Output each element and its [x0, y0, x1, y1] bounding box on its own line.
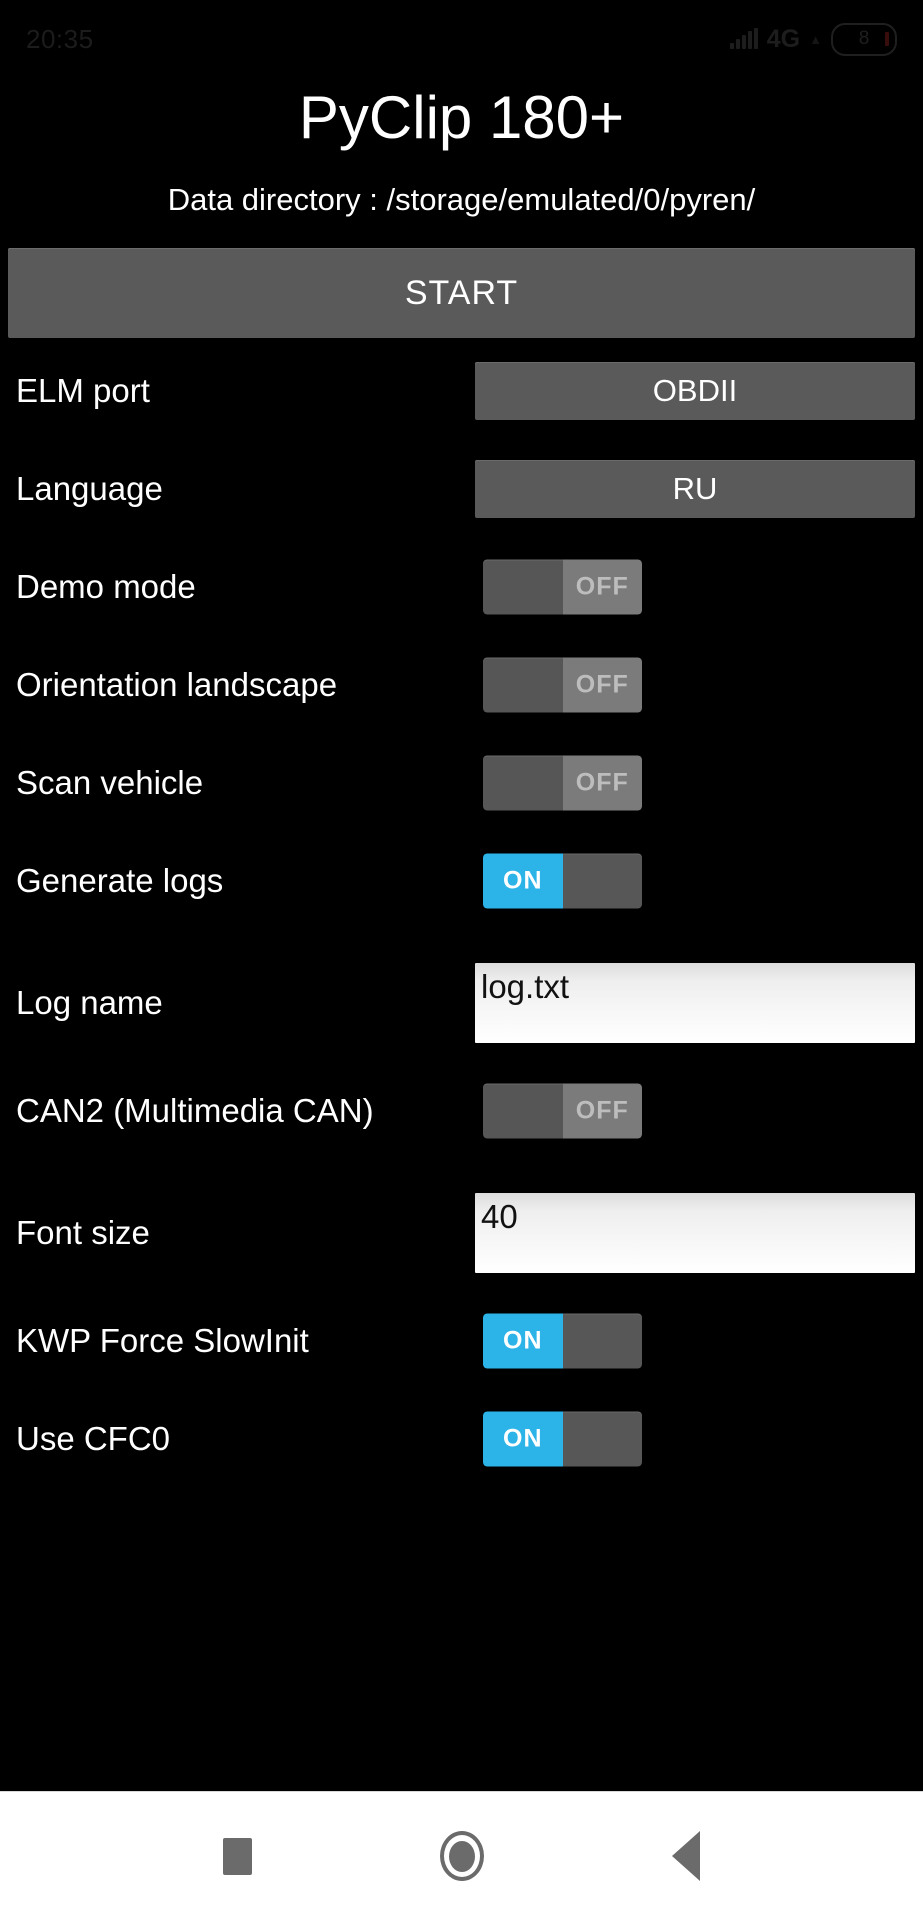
row-spacer — [0, 930, 923, 944]
scan-vehicle-toggle[interactable]: OFF — [483, 755, 642, 811]
language-value: RU — [672, 471, 718, 506]
setting-label: Orientation landscape — [16, 666, 338, 703]
font-size-value: 40 — [481, 1198, 518, 1235]
setting-label: Generate logs — [16, 862, 224, 899]
signal-bars-icon — [729, 28, 758, 49]
log-name-value: log.txt — [481, 968, 570, 1005]
setting-row-can2: CAN2 (Multimedia CAN) OFF — [0, 1062, 923, 1160]
data-directory-label: Data directory : /storage/emulated/0/pyr… — [167, 182, 756, 217]
circle-home-icon[interactable] — [440, 1831, 484, 1881]
page-title: PyClip 180+ — [298, 84, 625, 151]
home-icon-inner — [449, 1840, 475, 1872]
status-bar-indicators: 4G ▲ 8 — [729, 22, 897, 56]
toggle-knob — [483, 657, 563, 713]
setting-row-generate-logs: Generate logs ON — [0, 832, 923, 930]
setting-control: 40 — [475, 1193, 915, 1273]
square-recents-icon[interactable] — [223, 1837, 252, 1875]
start-button[interactable]: START — [8, 248, 915, 338]
setting-row-font-size: Font size 40 — [0, 1174, 923, 1292]
setting-label: KWP Force SlowInit — [16, 1322, 309, 1359]
setting-control: log.txt — [475, 963, 915, 1043]
log-name-input[interactable]: log.txt — [475, 963, 915, 1043]
toggle-knob — [483, 1083, 563, 1139]
setting-label: Language — [16, 470, 163, 507]
setting-label: CAN2 (Multimedia CAN) — [16, 1092, 374, 1129]
start-button-label: START — [404, 273, 519, 312]
elm-port-select-button[interactable]: OBDII — [475, 362, 915, 420]
toggle-knob — [562, 1411, 642, 1467]
status-bar-clock: 20:35 — [26, 23, 94, 54]
setting-control: OBDII — [475, 362, 915, 420]
setting-control: ON — [483, 853, 915, 909]
toggle-state-label: OFF — [562, 657, 642, 713]
toggle-state-label: ON — [483, 1313, 563, 1369]
setting-label: Use CFC0 — [16, 1420, 171, 1457]
elm-port-value: OBDII — [652, 373, 738, 408]
setting-label: Scan vehicle — [16, 764, 204, 801]
toggle-knob — [483, 559, 563, 615]
toggle-knob — [562, 853, 642, 909]
system-navigation-bar — [0, 1791, 923, 1920]
setting-row-elm-port: ELM port OBDII — [0, 342, 923, 440]
setting-control: OFF — [483, 1083, 915, 1139]
setting-label: ELM port — [16, 372, 150, 409]
battery-nub — [885, 31, 889, 46]
setting-label: Font size — [16, 1214, 150, 1251]
settings-list: ELM port OBDII Language RU Demo mode OFF… — [0, 342, 923, 1488]
font-size-input[interactable]: 40 — [475, 1193, 915, 1273]
language-select-button[interactable]: RU — [475, 460, 915, 518]
battery-icon: 8 — [831, 22, 897, 56]
status-bar: 20:35 4G ▲ 8 — [0, 0, 923, 78]
use-cfc0-toggle[interactable]: ON — [483, 1411, 642, 1467]
toggle-state-label: OFF — [562, 559, 642, 615]
orientation-landscape-toggle[interactable]: OFF — [483, 657, 642, 713]
toggle-knob — [562, 1313, 642, 1369]
wifi-small-icon: ▲ — [809, 31, 822, 47]
kwp-force-slowinit-toggle[interactable]: ON — [483, 1313, 642, 1369]
toggle-state-label: ON — [483, 1411, 563, 1467]
setting-control: ON — [483, 1313, 915, 1369]
network-type-label: 4G — [766, 24, 801, 53]
setting-row-orientation-landscape: Orientation landscape OFF — [0, 636, 923, 734]
can2-toggle[interactable]: OFF — [483, 1083, 642, 1139]
setting-row-use-cfc0: Use CFC0 ON — [0, 1390, 923, 1488]
toggle-state-label: OFF — [562, 1083, 642, 1139]
toggle-state-label: OFF — [562, 755, 642, 811]
setting-label: Demo mode — [16, 568, 196, 605]
toggle-state-label: ON — [483, 853, 563, 909]
setting-control: RU — [475, 460, 915, 518]
setting-row-demo-mode: Demo mode OFF — [0, 538, 923, 636]
setting-row-language: Language RU — [0, 440, 923, 538]
triangle-back-icon[interactable] — [672, 1831, 700, 1881]
setting-label: Log name — [16, 984, 163, 1021]
demo-mode-toggle[interactable]: OFF — [483, 559, 642, 615]
app-content: PyClip 180+ Data directory : /storage/em… — [0, 88, 923, 1488]
setting-control: OFF — [483, 559, 915, 615]
setting-control: OFF — [483, 755, 915, 811]
setting-row-kwp-force-slowinit: KWP Force SlowInit ON — [0, 1292, 923, 1390]
setting-control: OFF — [483, 657, 915, 713]
toggle-knob — [483, 755, 563, 811]
generate-logs-toggle[interactable]: ON — [483, 853, 642, 909]
setting-row-scan-vehicle: Scan vehicle OFF — [0, 734, 923, 832]
row-spacer — [0, 1160, 923, 1174]
setting-row-log-name: Log name log.txt — [0, 944, 923, 1062]
setting-control: ON — [483, 1411, 915, 1467]
battery-level-label: 8 — [858, 28, 870, 49]
